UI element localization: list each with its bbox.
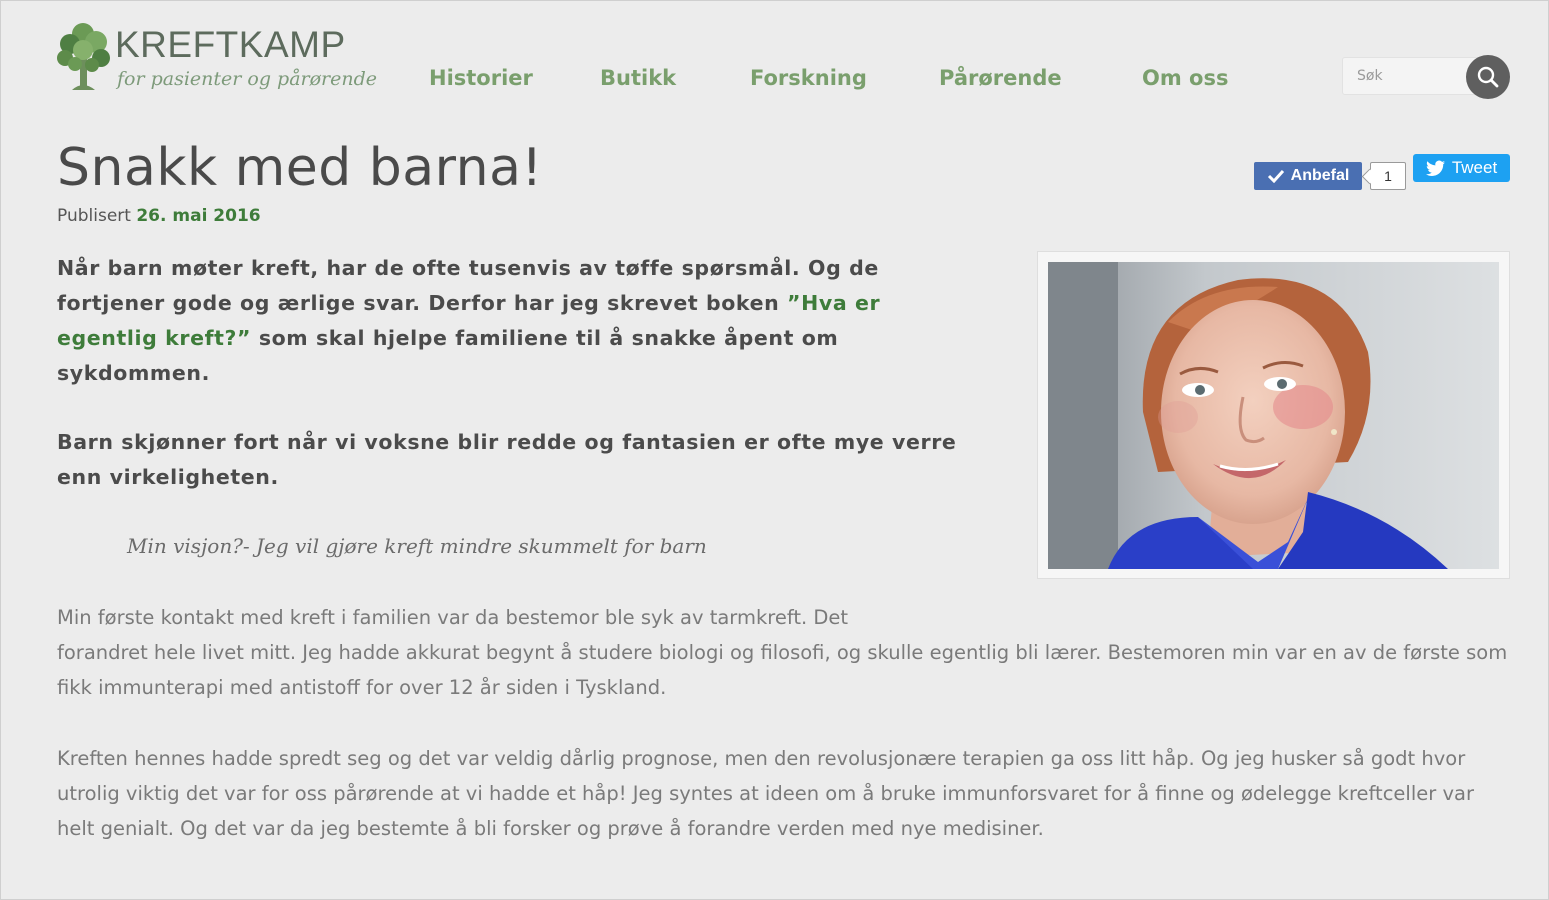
twitter-bird-icon [1425,160,1445,176]
nav-item-historier[interactable]: Historier [429,66,533,90]
lead-paragraph-2: Barn skjønner fort når vi voksne blir re… [57,430,957,489]
checkmark-icon [1267,169,1284,183]
lead-paragraph-1: Når barn møter kreft, har de ofte tusenv… [57,251,957,391]
search-input[interactable] [1342,57,1480,95]
facebook-recommend-button[interactable]: Anbefal [1254,162,1362,190]
tweet-label: Tweet [1451,158,1498,177]
pull-quote: Min visjon?- Jeg vil gjøre kreft mindre … [127,534,707,558]
tree-logo-icon [57,23,110,90]
nav-item-om-oss[interactable]: Om oss [1142,66,1228,90]
page-title: Snakk med barna! [57,138,543,198]
body1-first-line: Min første kontakt med kreft i familien … [57,606,849,629]
site-logo[interactable]: KREFTKAMP for pasienter og pårørende [55,20,377,100]
search-button[interactable] [1466,55,1510,99]
recommend-label: Anbefal [1290,167,1350,184]
nav-item-butikk[interactable]: Butikk [600,66,676,90]
photo-frame [1037,251,1510,579]
body1-rest: forandret hele livet mitt. Jeg hadde akk… [57,641,1508,699]
body-paragraph-2: Kreften hennes hadde spredt seg og det v… [57,747,1474,840]
site-name: KREFTKAMP [115,24,346,65]
nav-item-forskning[interactable]: Forskning [750,66,867,90]
author-portrait-image [1048,262,1499,569]
nav-item-parorende[interactable]: Pårørende [939,66,1062,90]
body-paragraph-1: Min første kontakt med kreft i familien … [57,600,1517,705]
published-date[interactable]: 26. mai 2016 [136,206,260,226]
tweet-button[interactable]: Tweet [1413,154,1510,182]
published-info: Publisert 26. mai 2016 [57,206,261,226]
site-tagline: for pasienter og pårørende [117,68,378,90]
search-icon [1477,66,1499,88]
lead1-text-start: Når barn møter kreft, har de ofte tusenv… [57,256,879,315]
published-label: Publisert [57,206,131,226]
recommend-count: 1 [1370,162,1406,190]
